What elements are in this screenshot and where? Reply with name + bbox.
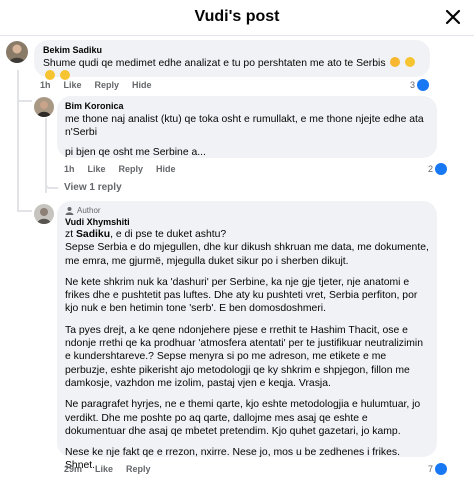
reaction-count[interactable]: 7	[428, 463, 448, 475]
post-header: Vudi's post	[0, 0, 474, 36]
post-title: Vudi's post	[194, 8, 280, 25]
grinning-emoji	[390, 57, 401, 67]
like-button[interactable]: Like	[95, 464, 113, 474]
comment-text: pi bjen qe osht me Serbine a...	[65, 146, 206, 158]
close-icon[interactable]	[442, 6, 464, 28]
author-label: Author	[77, 206, 101, 215]
reaction-count[interactable]: 2	[428, 163, 448, 175]
avatar-photo	[37, 101, 51, 117]
hide-button[interactable]: Hide	[156, 164, 176, 174]
avatar-photo	[9, 44, 25, 63]
reply-button[interactable]: Reply	[119, 164, 144, 174]
reply-connector	[17, 210, 32, 212]
like-icon	[435, 463, 448, 475]
comment-time[interactable]: 1h	[40, 80, 51, 90]
like-icon	[417, 79, 430, 91]
mention-link[interactable]: Sadiku	[76, 229, 110, 240]
comment-text: me thone naj analist (ktu) qe toka osht …	[65, 114, 424, 139]
comment-actions: 1h Like Reply Hide	[64, 164, 176, 174]
like-button[interactable]: Like	[88, 164, 106, 174]
worried-emoji	[405, 57, 416, 67]
reply-thread-icon	[45, 178, 58, 189]
commenter-name[interactable]: Vudi Xhymshiti	[65, 217, 429, 227]
comment-text-body: Shume qudi qe medimet edhe analizat e tu…	[43, 58, 386, 69]
view-replies-link[interactable]: View 1 reply	[64, 182, 122, 193]
reaction-count[interactable]: 3	[410, 79, 430, 91]
reaction-number: 7	[428, 464, 434, 474]
comment-time[interactable]: 29m	[64, 464, 82, 474]
avatar-photo	[37, 208, 51, 224]
avatar[interactable]	[34, 97, 54, 117]
avatar[interactable]	[34, 204, 54, 224]
worried-emoji	[45, 70, 55, 81]
reply-button[interactable]: Reply	[126, 464, 151, 474]
comment-time[interactable]: 1h	[64, 164, 75, 174]
author-tag-icon	[65, 207, 74, 215]
comment-paragraph: Ne paragrafet hyrjes, ne e themi qarte, …	[65, 399, 421, 437]
hide-button[interactable]: Hide	[132, 80, 152, 90]
comment-bubble: Bim Koronica me thone naj analist (ktu) …	[57, 96, 437, 158]
avatar[interactable]	[6, 41, 28, 63]
commenter-name[interactable]: Bekim Sadiku	[43, 45, 421, 55]
comment-bubble: Author Vudi Xhymshiti zt Sadiku, e di ps…	[57, 201, 437, 471]
comment-actions: 29m Like Reply	[64, 464, 151, 474]
comment-actions: 1h Like Reply Hide	[40, 80, 152, 90]
comment-text-prefix: zt	[65, 229, 76, 240]
worried-emoji	[59, 70, 70, 81]
reaction-number: 2	[428, 164, 434, 174]
like-icon	[435, 163, 448, 175]
comment-paragraph: Ne kete shkrim nuk ka 'dashuri' per Serb…	[65, 276, 418, 315]
comment-paragraph: Ta pyes drejt, a ke qene ndonjehere pjes…	[65, 324, 424, 389]
reply-connector	[17, 100, 32, 102]
comment-text: zt Sadiku, e di pse te duket ashtu?	[65, 228, 429, 241]
comment-bubble: Bekim Sadiku Shume qudi qe medimet edhe …	[34, 40, 430, 81]
comment-text: Sepse Serbia e do mjegullen, dhe kur dik…	[65, 242, 429, 267]
commenter-name[interactable]: Bim Koronica	[65, 101, 429, 111]
thread-line	[17, 70, 19, 210]
comment-text-suffix: , e di pse te duket ashtu?	[110, 229, 227, 240]
like-button[interactable]: Like	[64, 80, 82, 90]
reaction-number: 3	[410, 80, 416, 90]
author-badge: Author	[65, 206, 429, 215]
reply-button[interactable]: Reply	[95, 80, 120, 90]
